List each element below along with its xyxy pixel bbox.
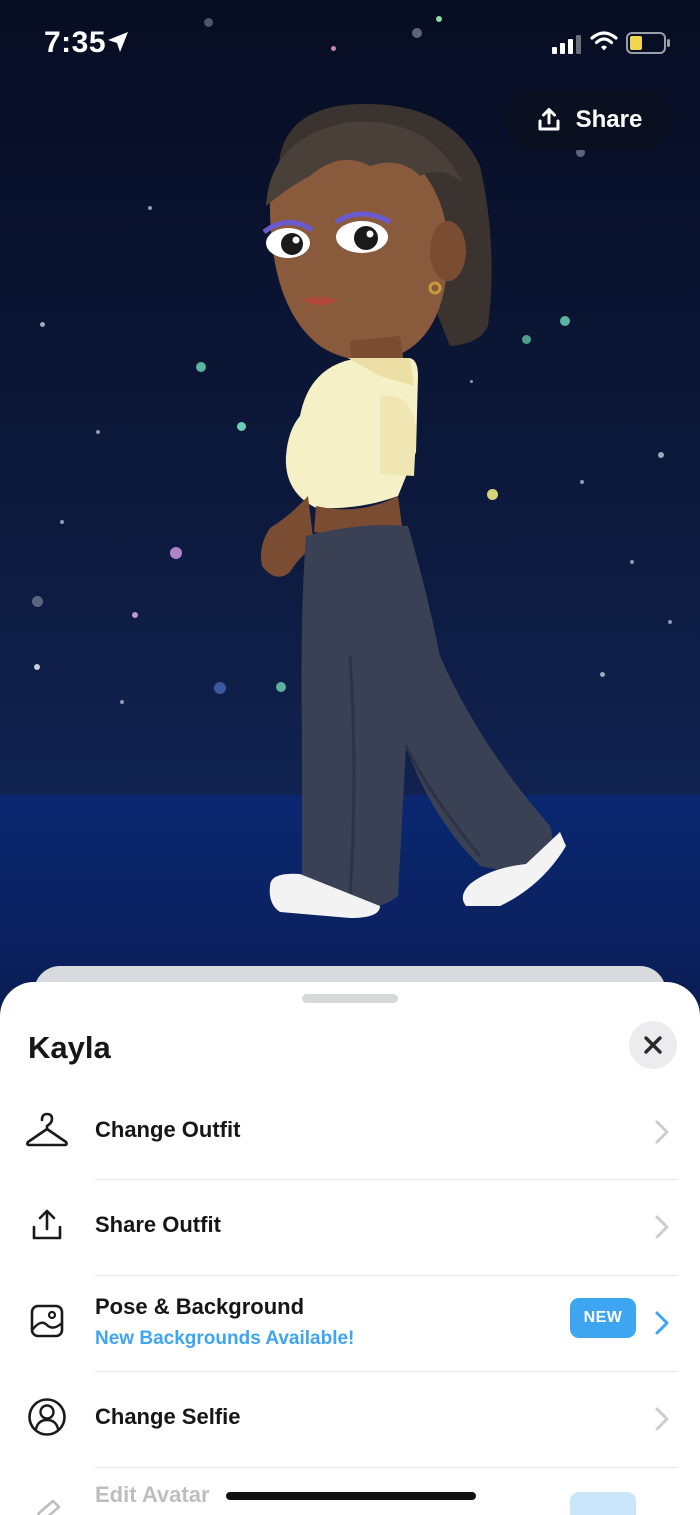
menu-item-label: Change Selfie [95,1404,241,1429]
menu-item-change-outfit[interactable]: Change Outfit [0,1085,700,1180]
home-indicator[interactable] [226,1492,476,1500]
sheet-drag-handle[interactable] [302,994,398,1003]
location-arrow-icon [108,32,128,52]
chevron-right-icon [655,1407,669,1431]
menu-item-label: Share Outfit [95,1212,221,1237]
hanger-icon [24,1107,70,1153]
star [60,520,64,524]
star [214,682,226,694]
wifi-icon [590,31,618,51]
status-bar: 7:35 [0,0,700,86]
close-button[interactable] [629,1021,677,1069]
star [148,206,152,210]
menu-item-pose-background[interactable]: Pose & Background New Backgrounds Availa… [0,1276,700,1371]
close-icon [644,1036,662,1054]
menu-item-label: Edit Avatar [95,1482,210,1507]
star [34,664,40,670]
menu-item-label: Change Outfit [95,1117,241,1142]
cellular-signal-icon [552,35,581,54]
star [32,596,43,607]
upload-icon [24,1202,70,1248]
chevron-right-icon [655,1311,669,1335]
bitmoji-avatar[interactable] [230,96,590,926]
menu-item-share-outfit[interactable]: Share Outfit [0,1180,700,1275]
star [170,547,182,559]
star [96,430,100,434]
chevron-right-icon [655,1215,669,1239]
star [196,362,206,372]
new-badge: NEW [570,1298,636,1338]
person-circle-icon [24,1394,70,1440]
menu-item-subtitle: New Backgrounds Available! [95,1328,355,1349]
chevron-right-icon [655,1120,669,1144]
star [40,322,45,327]
star [668,620,672,624]
avatar-options-sheet: Kayla Change Outfit Share Outfit Pose & … [0,982,700,1515]
star [658,452,664,458]
edit-icon [24,1490,70,1515]
star [120,700,124,704]
battery-icon [626,32,670,54]
status-time: 7:35 [44,26,107,59]
star [132,612,138,618]
sheet-title: Kayla [28,1030,111,1065]
star [600,672,605,677]
image-icon [24,1298,70,1344]
star [630,560,634,564]
new-badge [570,1492,636,1515]
menu-item-change-selfie[interactable]: Change Selfie [0,1372,700,1467]
menu-item-label: Pose & Background [95,1294,305,1319]
